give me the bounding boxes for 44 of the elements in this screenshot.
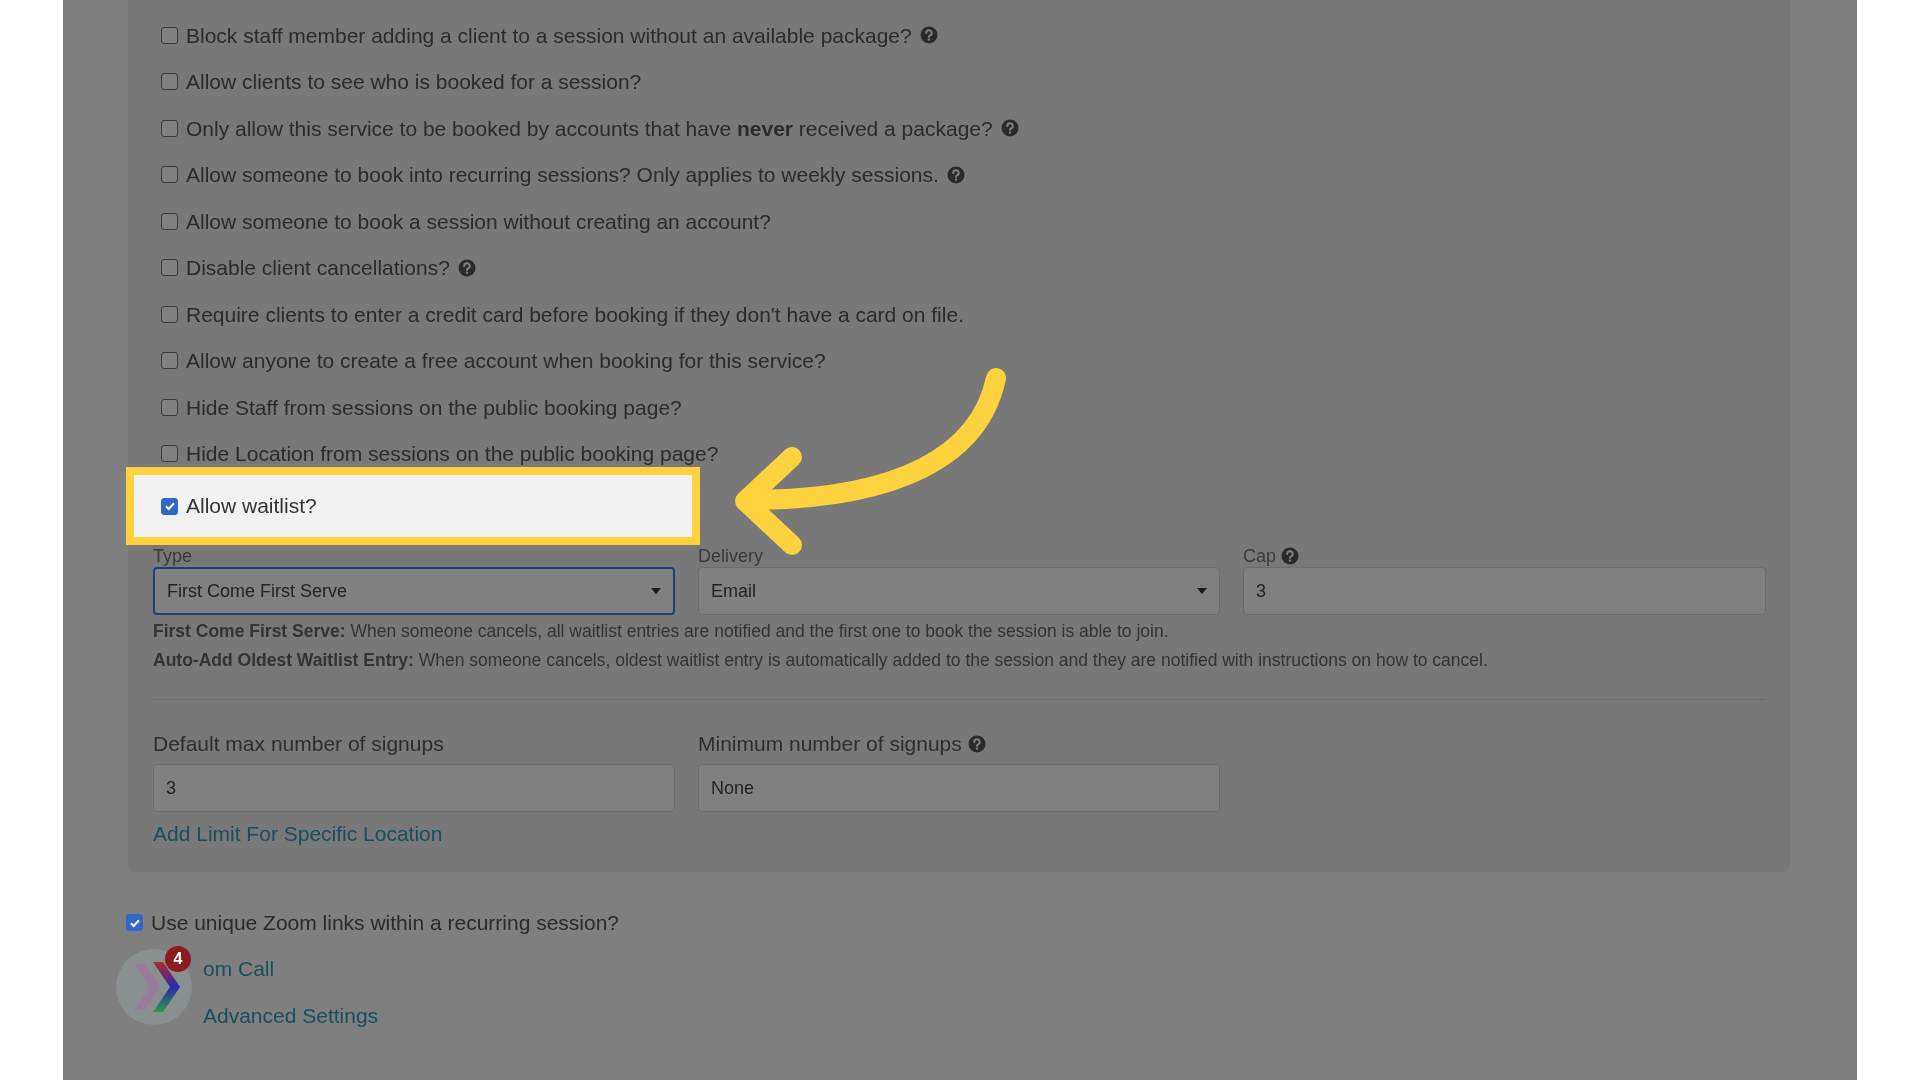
help-text: Auto-Add Oldest Waitlist Entry: When someone cancels, oldest waitlist entry is automatically added to the session and they are notified with instructions on how to cancel. xyxy=(153,649,1489,672)
select-field[interactable]: First Come First Serve xyxy=(153,567,675,615)
select-field[interactable]: Email xyxy=(698,567,1220,615)
checkbox[interactable] xyxy=(161,259,178,277)
checkbox[interactable] xyxy=(161,398,178,416)
checkbox[interactable] xyxy=(161,166,178,184)
checkbox[interactable] xyxy=(161,445,178,463)
option-label: Allow clients to see who is booked for a session? xyxy=(186,69,642,95)
badge-count: 4 xyxy=(165,946,191,972)
link[interactable]: Add Limit For Specific Location xyxy=(153,822,443,845)
link[interactable]: om Call xyxy=(203,953,275,985)
checkbox[interactable] xyxy=(161,26,178,44)
option-label: Only allow this service to be booked by accounts that have never received a package? xyxy=(186,115,993,142)
chat-widget-icon[interactable] xyxy=(115,948,193,1026)
checkbox[interactable] xyxy=(161,119,178,137)
option-label: Allow someone to book a session without creating an account? xyxy=(186,208,771,235)
input-field[interactable]: 3 xyxy=(1243,567,1766,615)
link[interactable]: Advanced Settings xyxy=(203,1000,379,1032)
field-label: Default max number of signups xyxy=(153,731,444,758)
field-label: Cap xyxy=(1243,544,1277,568)
option-label: Allow someone to book into recurring sessions? Only applies to weekly sessions. xyxy=(186,162,939,188)
caret-icon xyxy=(651,588,661,594)
checkbox[interactable] xyxy=(161,73,178,91)
field-label: Type xyxy=(153,544,193,568)
checkbox[interactable] xyxy=(126,914,143,931)
checkbox[interactable] xyxy=(161,305,178,323)
checkbox[interactable] xyxy=(161,212,178,230)
option-label: Hide Location from sessions on the public booking page? xyxy=(186,441,719,467)
field-label: Delivery xyxy=(698,544,763,568)
checkbox[interactable] xyxy=(161,352,178,370)
option-label: Disable client cancellations? xyxy=(186,255,450,281)
option-label: Hide Staff from sessions on the public booking page? xyxy=(186,394,682,421)
help-text: First Come First Serve: When someone cancels, all waitlist entries are notified and the first one to book the session is able to join. xyxy=(153,620,1170,643)
option-label: Use unique Zoom links within a recurring session? xyxy=(151,909,620,936)
input-field[interactable]: 3 xyxy=(153,764,675,812)
check-icon xyxy=(163,500,176,512)
checkbox[interactable] xyxy=(161,497,178,515)
field-label: Minimum number of signups xyxy=(698,731,962,758)
option-label: Block staff member adding a client to a session without an available package? xyxy=(186,22,912,49)
input-field[interactable]: None xyxy=(698,764,1220,812)
option-label: Allow waitlist? xyxy=(186,493,317,520)
caret-icon xyxy=(1197,588,1207,594)
option-label: Allow anyone to create a free account when booking for this service? xyxy=(186,348,826,374)
option-label: Require clients to enter a credit card before booking if they don't have a card on file. xyxy=(186,301,964,328)
